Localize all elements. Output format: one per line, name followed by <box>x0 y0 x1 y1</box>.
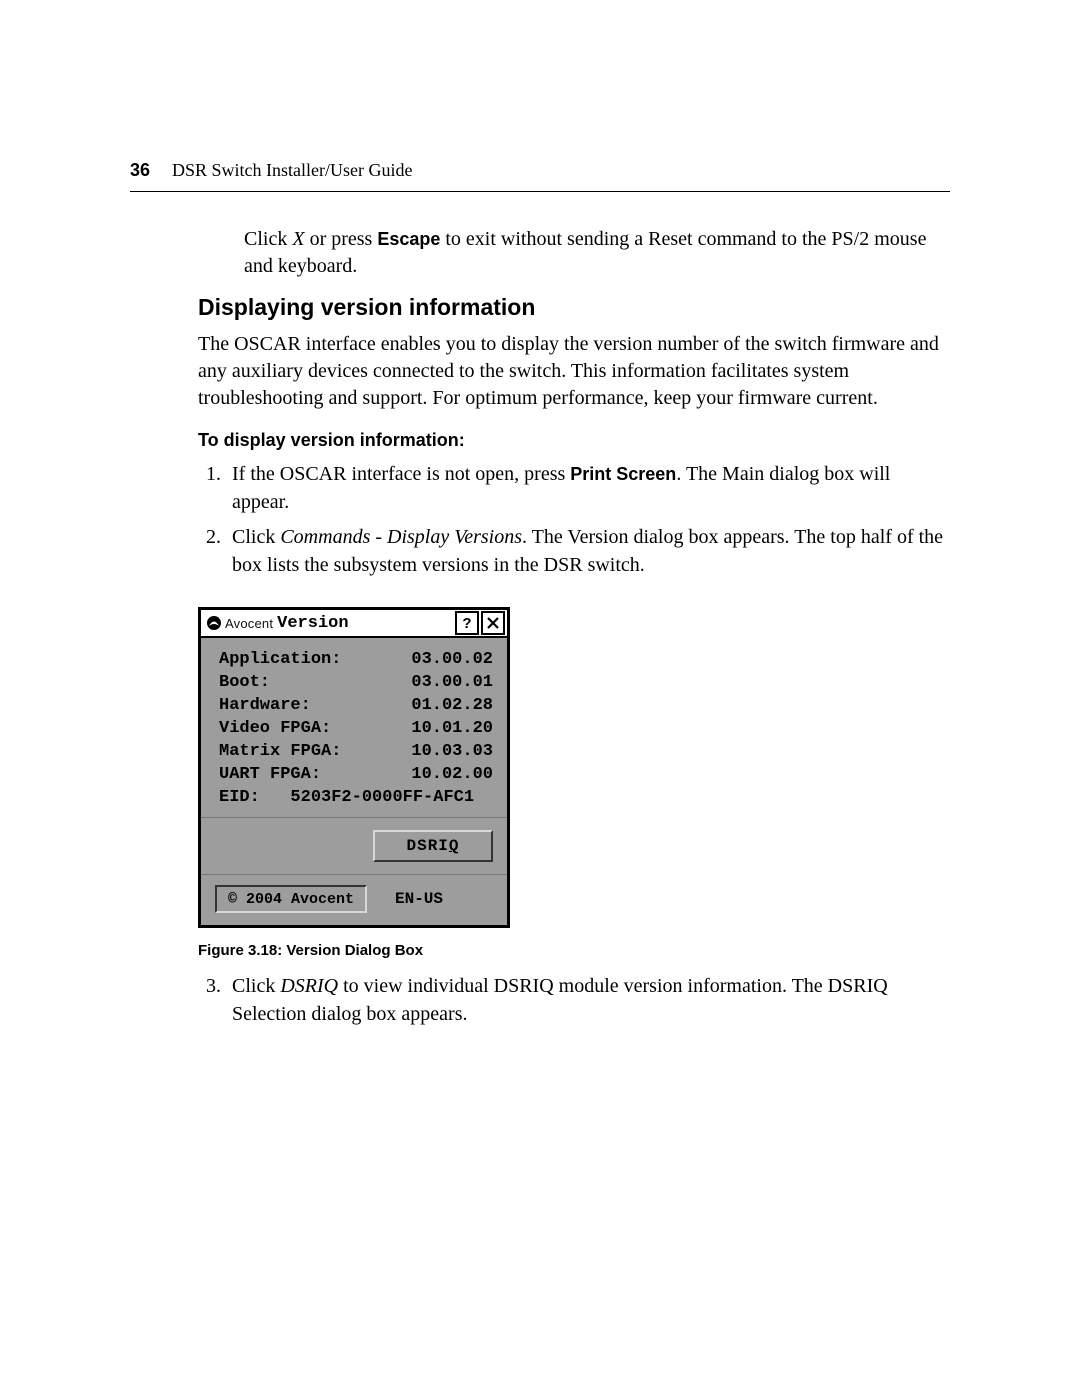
dialog-body: Application: 03.00.02 Boot: 03.00.01 Har… <box>201 638 507 818</box>
print-screen-key: Print Screen <box>570 464 676 484</box>
brand-text: Avocent <box>225 616 273 631</box>
x-ref: X <box>292 228 304 250</box>
dsriq-button[interactable]: DSRIQ <box>373 830 493 862</box>
eid-label: EID: <box>219 788 260 807</box>
dialog-title: Version <box>277 614 348 633</box>
header-title: DSR Switch Installer/User Guide <box>172 160 412 181</box>
intro-paragraph: The OSCAR interface enables you to displ… <box>198 331 950 412</box>
row-label: Boot: <box>219 673 270 692</box>
page-header: 36 DSR Switch Installer/User Guide <box>130 160 950 192</box>
steps-list: If the OSCAR interface is not open, pres… <box>198 461 950 579</box>
row-value: 03.00.01 <box>411 673 493 692</box>
version-row: Application: 03.00.02 <box>219 650 493 669</box>
row-value: 03.00.02 <box>411 650 493 669</box>
row-value: 10.03.03 <box>411 742 493 761</box>
row-label: Hardware: <box>219 696 311 715</box>
row-label: UART FPGA: <box>219 765 321 784</box>
subheading: To display version information: <box>198 430 950 451</box>
copyright-button[interactable]: © 2004 Avocent <box>215 885 367 913</box>
row-value: 10.02.00 <box>411 765 493 784</box>
help-button[interactable]: ? <box>455 611 479 635</box>
close-button[interactable] <box>481 611 505 635</box>
commands-menu: Commands - Display Versions <box>280 526 522 548</box>
dialog-titlebar: Avocent Version ? <box>201 610 507 638</box>
escape-key: Escape <box>377 229 440 249</box>
steps-list-cont: Click DSRIQ to view individual DSRIQ mod… <box>198 973 950 1028</box>
row-label: Matrix FPGA: <box>219 742 341 761</box>
dialog-footer: © 2004 Avocent EN-US <box>201 875 507 925</box>
row-value: 10.01.20 <box>411 719 493 738</box>
dsriq-ref: DSRIQ <box>280 975 338 997</box>
locale-label: EN-US <box>395 890 443 908</box>
version-row: Boot: 03.00.01 <box>219 673 493 692</box>
page-number: 36 <box>130 160 150 181</box>
section-heading: Displaying version information <box>198 294 950 321</box>
version-row: UART FPGA: 10.02.00 <box>219 765 493 784</box>
avocent-logo-icon <box>205 614 223 632</box>
eid-value: 5203F2-0000FF-AFC1 <box>290 788 474 807</box>
version-row: Matrix FPGA: 10.03.03 <box>219 742 493 761</box>
document-page: 36 DSR Switch Installer/User Guide Click… <box>0 0 1080 1397</box>
eid-row: EID: 5203F2-0000FF-AFC1 <box>219 788 493 807</box>
step-1: If the OSCAR interface is not open, pres… <box>226 461 950 516</box>
step-3: Click DSRIQ to view individual DSRIQ mod… <box>226 973 950 1028</box>
row-value: 01.02.28 <box>411 696 493 715</box>
version-row: Hardware: 01.02.28 <box>219 696 493 715</box>
escape-paragraph: Click X or press Escape to exit without … <box>244 226 950 280</box>
version-row: Video FPGA: 10.01.20 <box>219 719 493 738</box>
dialog-button-area: DSRIQ <box>201 818 507 875</box>
figure-caption: Figure 3.18: Version Dialog Box <box>198 942 950 959</box>
row-label: Video FPGA: <box>219 719 331 738</box>
close-icon <box>486 616 500 630</box>
version-dialog: Avocent Version ? Application: 03.00.02 <box>198 607 510 928</box>
step-2: Click Commands - Display Versions. The V… <box>226 524 950 579</box>
row-label: Application: <box>219 650 341 669</box>
